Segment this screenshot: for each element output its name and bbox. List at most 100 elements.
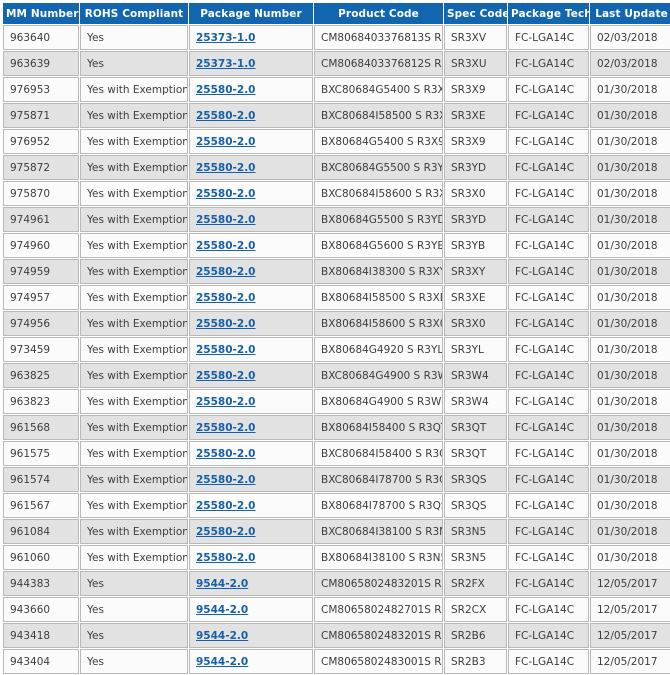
cell-package-number: 25580-2.0 (189, 77, 313, 102)
cell-package-number: 25580-2.0 (189, 259, 313, 284)
cell-rohs-compliant: Yes with Exemption (80, 493, 188, 518)
cell-spec-code: SR3YL (444, 337, 507, 362)
cell-mm-number: 974959 (3, 259, 79, 284)
cell-mm-number: 943660 (3, 597, 79, 622)
column-header-spec-code[interactable]: Spec Code (444, 3, 507, 24)
package-number-link[interactable]: 25580-2.0 (196, 344, 256, 356)
package-number-link[interactable]: 9544-2.0 (196, 656, 248, 668)
cell-last-update: 12/05/2017 (590, 571, 670, 596)
table-row: 944383Yes 9544-2.0 CM8065802483201S R2FXSR… (3, 571, 670, 596)
cell-spec-code: SR3XY (444, 259, 507, 284)
package-number-link[interactable]: 25580-2.0 (196, 214, 256, 226)
package-number-link[interactable]: 25580-2.0 (196, 136, 256, 148)
cell-last-update: 01/30/2018 (590, 285, 670, 310)
cell-package-number: 25580-2.0 (189, 363, 313, 388)
table-row: 963639Yes 25373-1.0 CM8068403376812S R3XUS… (3, 51, 670, 76)
cell-package-tech: FC-LGA14C (508, 259, 589, 284)
cell-rohs-compliant: Yes (80, 649, 188, 674)
package-number-link[interactable]: 9544-2.0 (196, 604, 248, 616)
cell-package-tech: FC-LGA14C (508, 155, 589, 180)
table-row: 976952 Yes with Exemption 25580-2.0 BX80684… (3, 129, 670, 154)
cell-rohs-compliant: Yes with Exemption (80, 103, 188, 128)
package-number-link[interactable]: 25373-1.0 (196, 58, 256, 70)
cell-rohs-compliant: Yes (80, 623, 188, 648)
package-number-link[interactable]: 9544-2.0 (196, 578, 248, 590)
cell-package-tech: FC-LGA14C (508, 77, 589, 102)
package-number-link[interactable]: 25580-2.0 (196, 266, 256, 278)
package-number-link[interactable]: 25580-2.0 (196, 474, 256, 486)
package-number-link[interactable]: 25580-2.0 (196, 318, 256, 330)
package-number-link[interactable]: 9544-2.0 (196, 630, 248, 642)
column-header-package-number[interactable]: Package Number (189, 3, 313, 24)
cell-mm-number: 976953 (3, 77, 79, 102)
cell-package-tech: FC-LGA14C (508, 519, 589, 544)
package-number-link[interactable]: 25373-1.0 (196, 32, 256, 44)
cell-package-number: 25580-2.0 (189, 337, 313, 362)
cell-mm-number: 976952 (3, 129, 79, 154)
cell-rohs-compliant: Yes with Exemption (80, 545, 188, 570)
cell-mm-number: 975872 (3, 155, 79, 180)
cell-last-update: 01/30/2018 (590, 155, 670, 180)
column-header-rohs-compliant[interactable]: ROHS Compliant (80, 3, 188, 24)
package-number-link[interactable]: 25580-2.0 (196, 162, 256, 174)
package-number-link[interactable]: 25580-2.0 (196, 448, 256, 460)
package-number-link[interactable]: 25580-2.0 (196, 422, 256, 434)
table-row: 961567 Yes with Exemption 25580-2.0 BX80684… (3, 493, 670, 518)
table-row: 974960 Yes with Exemption 25580-2.0 BX80684… (3, 233, 670, 258)
cell-spec-code: SR3YD (444, 155, 507, 180)
cell-product-code: BX80684G5500 S R3YD (314, 207, 443, 232)
table-row: 974957 Yes with Exemption 25580-2.0 BX80684… (3, 285, 670, 310)
cell-spec-code: SR3XV (444, 25, 507, 50)
cell-spec-code: SR3X9 (444, 77, 507, 102)
cell-rohs-compliant: Yes (80, 51, 188, 76)
column-header-product-code[interactable]: Product Code (314, 3, 443, 24)
cell-rohs-compliant: Yes with Exemption (80, 389, 188, 414)
cell-product-code: BXC80684I58600 S R3X0 (314, 181, 443, 206)
package-number-link[interactable]: 25580-2.0 (196, 188, 256, 200)
package-number-link[interactable]: 25580-2.0 (196, 500, 256, 512)
cell-product-code: BX80684I58600 S R3X0 (314, 311, 443, 336)
cell-package-tech: FC-LGA14C (508, 415, 589, 440)
cell-spec-code: SR3X0 (444, 181, 507, 206)
cell-rohs-compliant: Yes with Exemption (80, 363, 188, 388)
cell-last-update: 01/30/2018 (590, 129, 670, 154)
cell-last-update: 01/30/2018 (590, 519, 670, 544)
package-number-link[interactable]: 25580-2.0 (196, 110, 256, 122)
package-number-link[interactable]: 25580-2.0 (196, 552, 256, 564)
cell-product-code: BX80684I58500 S R3XE (314, 285, 443, 310)
cell-package-tech: FC-LGA14C (508, 389, 589, 414)
cell-product-code: CM8065802483201S R2B6 (314, 623, 443, 648)
cell-product-code: BXC80684G5500 S R3YD (314, 155, 443, 180)
cell-mm-number: 944383 (3, 571, 79, 596)
cell-package-tech: FC-LGA14C (508, 129, 589, 154)
package-number-link[interactable]: 25580-2.0 (196, 396, 256, 408)
cell-package-number: 9544-2.0 (189, 649, 313, 674)
cell-spec-code: SR3QS (444, 467, 507, 492)
cell-product-code: BX80684G5600 S R3YB (314, 233, 443, 258)
cell-rohs-compliant: Yes with Exemption (80, 285, 188, 310)
cell-product-code: BX80684G4920 S R3YL (314, 337, 443, 362)
cell-mm-number: 974960 (3, 233, 79, 258)
package-number-link[interactable]: 25580-2.0 (196, 526, 256, 538)
cell-last-update: 12/05/2017 (590, 597, 670, 622)
package-number-link[interactable]: 25580-2.0 (196, 84, 256, 96)
cell-package-number: 9544-2.0 (189, 571, 313, 596)
cell-spec-code: SR3X9 (444, 129, 507, 154)
cell-product-code: BXC80684I58400 S R3QT (314, 441, 443, 466)
cell-package-number: 25580-2.0 (189, 285, 313, 310)
column-header-package-tech[interactable]: Package Tech (508, 3, 589, 24)
cell-package-number: 9544-2.0 (189, 623, 313, 648)
cell-mm-number: 963639 (3, 51, 79, 76)
package-number-link[interactable]: 25580-2.0 (196, 292, 256, 304)
cell-last-update: 01/30/2018 (590, 181, 670, 206)
column-header-last-update[interactable]: Last Update (590, 3, 670, 24)
package-number-link[interactable]: 25580-2.0 (196, 370, 256, 382)
cell-spec-code: SR3XU (444, 51, 507, 76)
column-header-mm-number[interactable]: MM Number (3, 3, 79, 24)
cell-package-tech: FC-LGA14C (508, 467, 589, 492)
cell-package-number: 25580-2.0 (189, 311, 313, 336)
cell-package-tech: FC-LGA14C (508, 623, 589, 648)
cell-package-number: 25580-2.0 (189, 181, 313, 206)
package-number-link[interactable]: 25580-2.0 (196, 240, 256, 252)
cell-last-update: 01/30/2018 (590, 415, 670, 440)
